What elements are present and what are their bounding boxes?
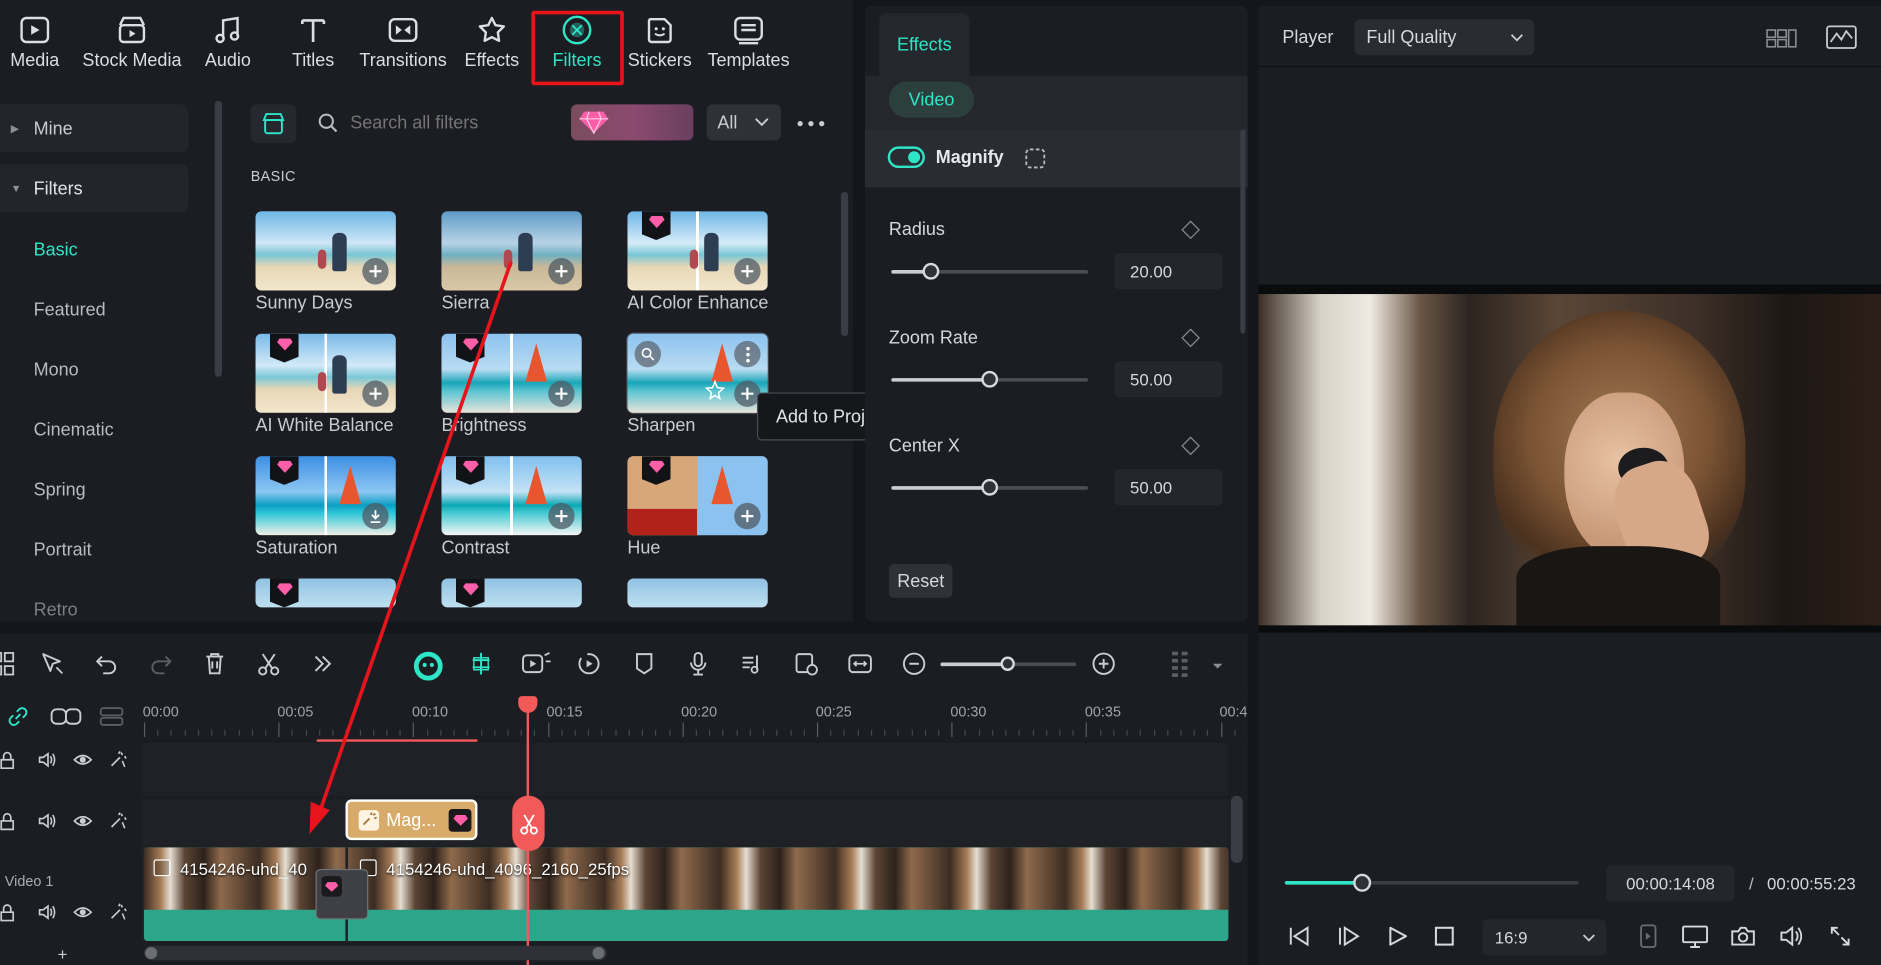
annotation-arrow — [309, 261, 513, 835]
app-window: Media Stock Media Audio Titles Transitio… — [0, 0, 1881, 965]
